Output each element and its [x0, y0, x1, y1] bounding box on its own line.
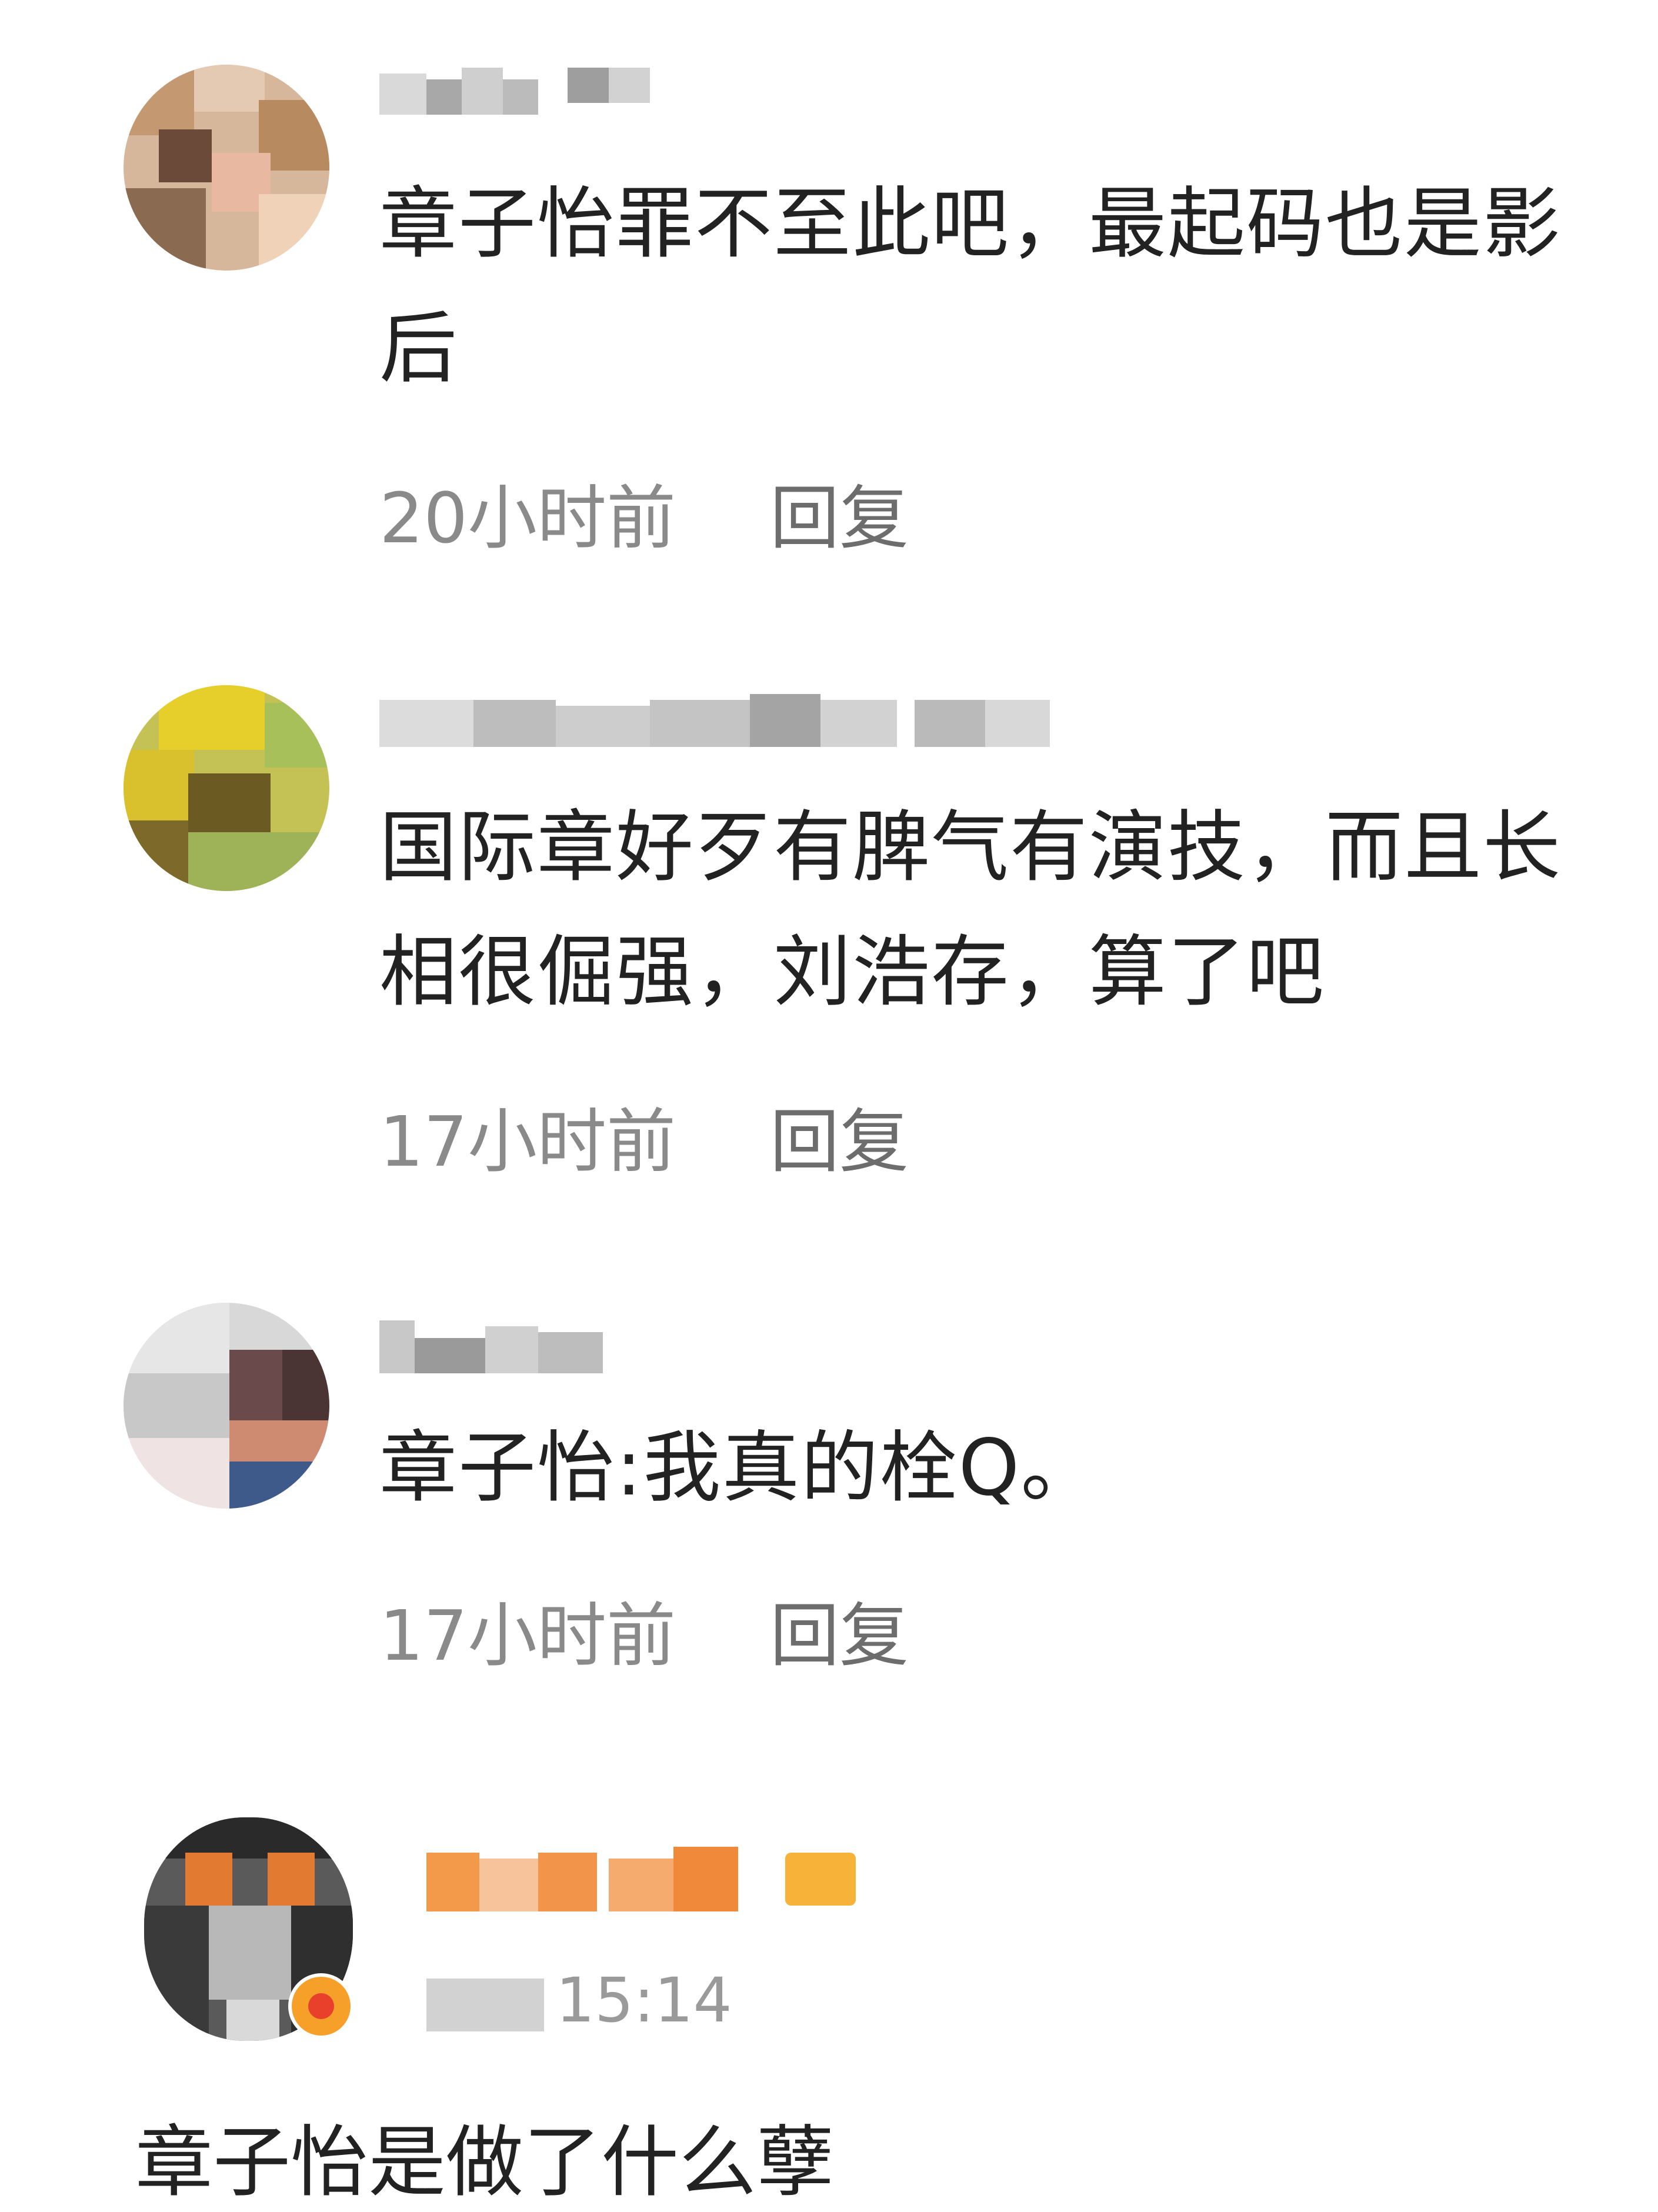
timestamp: 17小时前: [379, 1595, 676, 1676]
post-text: 章子怡是做了什么孽: [135, 2117, 834, 2208]
timestamp: 20小时前: [379, 478, 676, 559]
comment-text: 国际章好歹有脾气有演技，而且长 相很倔强，刘浩存，算了吧: [379, 802, 1562, 1017]
timestamp: 17小时前: [379, 1101, 676, 1182]
crown-icon: [785, 1853, 856, 1906]
avatar[interactable]: [124, 685, 329, 891]
username[interactable]: [426, 1835, 873, 1935]
blurred-date: [426, 1978, 544, 2031]
username[interactable]: [379, 1314, 603, 1379]
username[interactable]: [379, 688, 1050, 753]
avatar[interactable]: [124, 65, 329, 271]
reply-button[interactable]: 回复: [770, 1579, 909, 1680]
comment-meta: 20小时前 回复: [379, 462, 909, 562]
post-time: 15:14: [426, 1964, 732, 2036]
username[interactable]: [379, 62, 673, 126]
reply-button[interactable]: 回复: [770, 1085, 909, 1186]
comment-text: 章子怡罪不至此吧，最起码也是影 后: [379, 179, 1562, 394]
reply-button[interactable]: 回复: [770, 462, 909, 562]
comment-meta: 17小时前 回复: [379, 1579, 909, 1680]
verified-icon: [288, 1973, 354, 2039]
comment-meta: 17小时前 回复: [379, 1085, 909, 1186]
avatar[interactable]: [124, 1303, 329, 1509]
comment-text: 章子怡:我真的栓Q。: [379, 1423, 1100, 1513]
